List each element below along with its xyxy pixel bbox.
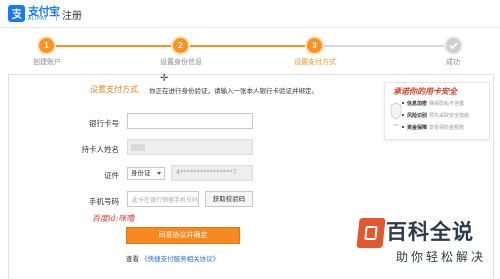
header-divider (56, 6, 57, 21)
promise-row: 风险识别 预先采取安全措施 (401, 113, 470, 119)
watermark-subtitle: 助你轻松解决 (396, 250, 487, 264)
get-code-button[interactable]: 获取校验码 (205, 191, 253, 207)
cursor-crosshair-icon: ✛ (160, 73, 169, 84)
agreement-prefix: 查看 (126, 255, 139, 263)
watermark-logo-icon (356, 218, 386, 248)
step-3-dot: 3 (307, 38, 322, 53)
section-title: 设置支付方式 (90, 85, 138, 94)
step-2-label: 设置身份信息 (160, 58, 202, 66)
id-type-select[interactable]: 身份证 (127, 167, 165, 180)
step-4-label: 成功 (446, 58, 460, 66)
cardholder-input (127, 139, 253, 155)
phone-placeholder: 此卡在银行预留手机号码 (132, 197, 199, 204)
handwritten-annotation: 百度id:咪噜 (92, 214, 135, 223)
shield-icon (390, 102, 402, 126)
watermark-title: 百科全说 (386, 220, 474, 244)
cardholder-label: 持卡人姓名 (81, 145, 120, 154)
step-4-check-icon (446, 38, 461, 53)
agreement-link[interactable]: 《快捷支付服务相关协议》 (141, 255, 219, 263)
progress-line-pending (314, 45, 453, 47)
chevron-down-icon (157, 172, 161, 175)
card-number-label: 银行卡号 (89, 119, 119, 128)
cardholder-name-blurred (131, 144, 145, 151)
phone-input[interactable]: 此卡在银行预留手机号码 (127, 191, 199, 207)
progress-steps: 1 2 3 创建账户 设置身份信息 设置支付方式 成功 (0, 34, 500, 70)
id-number-masked: 4****************7 (176, 169, 238, 176)
step-2-dot: 2 (173, 38, 188, 53)
security-promise-card: 承诺你的用卡安全 信息加密 确保隐私不泄露 风险识别 预先采取安全措施 资金保障 享受… (384, 82, 490, 140)
page-title: 注册 (62, 11, 82, 22)
card-number-input[interactable] (127, 113, 253, 129)
promise-title: 承诺你的用卡安全 (393, 86, 457, 96)
alipay-logo-icon[interactable] (8, 5, 25, 22)
promise-row: 信息加密 确保隐私不泄露 (401, 101, 465, 107)
id-type-value: 身份证 (131, 169, 151, 177)
step-1-label: 创建账户 (33, 58, 61, 66)
section-tip: 你正在进行身份验证，请输入一张本人银行卡验证并绑定。 (149, 87, 318, 95)
agree-submit-button[interactable]: 同意协议并确定 (126, 227, 240, 244)
id-number-input: 4****************7 (171, 165, 253, 181)
agreement-row: 查看 《快捷支付服务相关协议》 (126, 253, 219, 263)
step-3-label: 设置支付方式 (294, 58, 336, 66)
top-bar: 支付宝 ALIPAY 注册 (0, 0, 500, 28)
promise-row: 资金保障 享受保险金额赔 (401, 125, 465, 131)
step-1-dot: 1 (39, 38, 54, 53)
id-label: 证件 (104, 171, 119, 180)
phone-label: 手机号码 (89, 197, 119, 206)
logo-subtext: ALIPAY (28, 16, 48, 22)
